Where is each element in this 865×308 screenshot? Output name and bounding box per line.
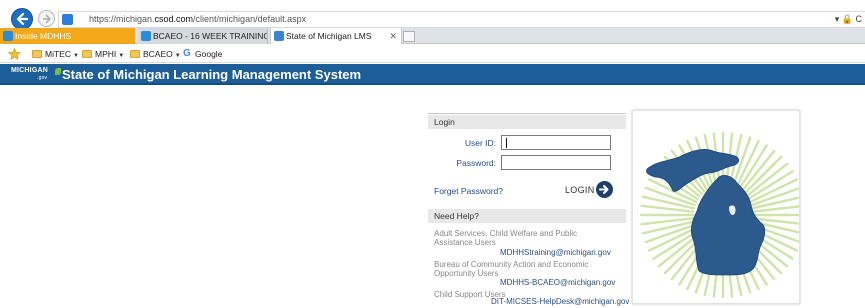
tab-label: Inside MDHHS <box>15 31 72 41</box>
help-email-link[interactable]: DIT-MICSES-HelpDesk@michigan.gov <box>491 297 629 306</box>
chevron-down-icon: ▼ <box>118 53 125 59</box>
michigan-gov-logo[interactable]: MICHIGAN .gov <box>11 67 61 81</box>
url-text: https://michigan.csod.com/client/michiga… <box>89 14 306 24</box>
help-group-title: Bureau of Community Action and Economic … <box>434 260 588 278</box>
new-tab-button[interactable] <box>403 31 415 42</box>
help-group-title-line: Assistance Users <box>434 238 496 247</box>
user-id-input[interactable] <box>501 135 611 150</box>
michigan-map-graphic <box>632 110 807 304</box>
favorite-label: Google <box>195 49 223 59</box>
favorite-mphi[interactable]: MPHI ▼ <box>82 45 124 63</box>
logo-text: MICHIGAN <box>11 67 48 74</box>
favorite-google[interactable]: G Google <box>182 45 222 63</box>
back-arrow-icon <box>16 12 29 26</box>
tab-label: BCAEO - 16 WEEK TRAINING A... <box>153 31 268 41</box>
folder-icon <box>130 50 140 58</box>
page-title: State of Michigan Learning Management Sy… <box>62 67 362 82</box>
favorites-bar: MiTEC ▼ MPHI ▼ BCAEO ▼ G Google <box>0 45 865 63</box>
url-field[interactable]: https://michigan.csod.com/client/michiga… <box>58 11 865 28</box>
tab-state-of-michigan-lms[interactable]: State of Michigan LMS ✕ <box>270 28 402 44</box>
favorite-mitec[interactable]: MiTEC ▼ <box>32 45 79 63</box>
help-email-link[interactable]: MDHHStraining@michigan.gov <box>500 248 611 257</box>
favorite-label: MPHI <box>95 49 117 59</box>
forward-arrow-icon <box>43 14 51 24</box>
tab-strip: Inside MDHHS BCAEO - 16 WEEK TRAINING A.… <box>0 28 865 44</box>
back-button[interactable] <box>11 8 33 30</box>
tab-favicon-icon <box>3 31 13 41</box>
tab-bcaeo-training[interactable]: BCAEO - 16 WEEK TRAINING A... <box>138 28 268 44</box>
forward-button[interactable] <box>38 10 55 27</box>
chevron-down-icon: ▼ <box>174 53 181 59</box>
password-input[interactable] <box>501 155 611 170</box>
user-id-label: User ID: <box>464 138 496 148</box>
leaf-icon <box>55 68 61 75</box>
url-domain: csod.com <box>154 14 194 24</box>
site-favicon-icon <box>62 14 73 25</box>
favorite-label: MiTEC <box>45 49 71 59</box>
tab-favicon-icon <box>274 31 284 41</box>
arrow-right-circle-icon <box>596 181 613 198</box>
help-group-title-line: Adult Services, Child Welfare and Public <box>434 229 578 238</box>
site-header: MICHIGAN .gov State of Michigan Learning… <box>0 64 865 85</box>
password-label: Password: <box>456 158 496 168</box>
tab-inside-mdhhs[interactable]: Inside MDHHS <box>0 28 135 44</box>
help-group-title: Adult Services, Child Welfare and Public… <box>434 229 577 247</box>
folder-icon <box>82 50 92 58</box>
text-cursor <box>506 138 507 148</box>
folder-icon <box>32 50 42 58</box>
favorite-bcaeo[interactable]: BCAEO ▼ <box>130 45 181 63</box>
michigan-sunburst-icon <box>639 131 807 299</box>
login-section-header: Login <box>428 115 626 129</box>
forgot-password-link[interactable]: Forget Password? <box>434 186 503 196</box>
sunburst-ray <box>743 155 783 195</box>
google-icon: G <box>183 48 191 59</box>
favorites-star-icon[interactable] <box>8 48 21 60</box>
help-group-title-line: Opportunity Users <box>434 269 499 278</box>
url-prefix: https://michigan. <box>89 14 155 24</box>
tab-close-icon[interactable]: ✕ <box>389 28 397 44</box>
help-email-link[interactable]: MDHHS-BCAEO@michigan.gov <box>500 278 615 287</box>
login-panel: Login User ID: Password: Forget Password… <box>428 113 629 306</box>
logo-subtext: .gov <box>37 75 48 81</box>
address-bar-row: https://michigan.csod.com/client/michiga… <box>0 0 865 30</box>
url-tools[interactable]: ▾ 🔒 C <box>835 14 862 25</box>
url-path: /client/michigan/default.aspx <box>193 14 307 24</box>
help-group-title-line: Bureau of Community Action and Economic <box>434 260 589 269</box>
help-section-header: Need Help? <box>428 209 626 223</box>
favorite-label: BCAEO <box>143 49 173 59</box>
login-button-label: LOGIN <box>565 185 595 195</box>
tab-favicon-icon <box>141 31 151 41</box>
chevron-down-icon: ▼ <box>72 53 79 59</box>
tab-label: State of Michigan LMS <box>286 31 372 41</box>
